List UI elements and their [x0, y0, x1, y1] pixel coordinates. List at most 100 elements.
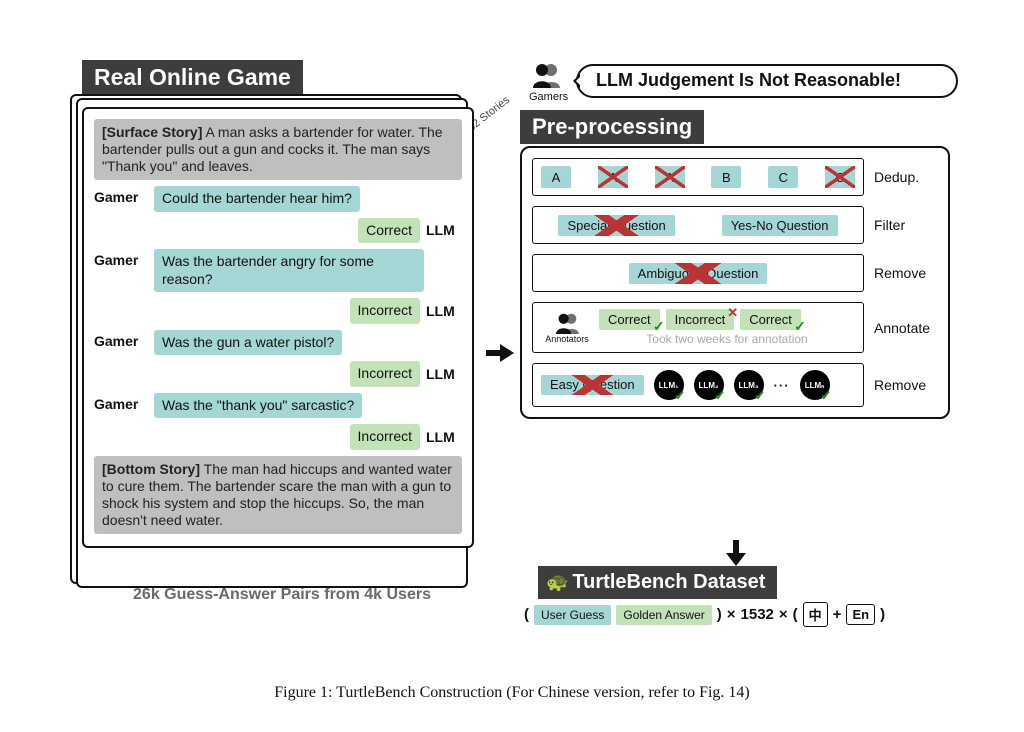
- answer-bubble: Correct: [358, 218, 420, 244]
- question-bubble: Was the bartender angry for some reason?: [154, 249, 424, 292]
- dedup-chip: B: [711, 166, 741, 188]
- step-label: Remove: [874, 377, 938, 393]
- step-label: Annotate: [874, 320, 938, 336]
- game-card: [Surface Story] A man asks a bartender f…: [82, 107, 474, 548]
- gamer-label: Gamer: [94, 393, 148, 412]
- gamer-label: Gamer: [94, 330, 148, 349]
- qa-row: Gamer Could the bartender hear him?: [94, 186, 462, 212]
- pre-row-filter: Special Question Yes-No Question Filter: [532, 206, 938, 244]
- qa-row: Gamer Was the gun a water pistol?: [94, 330, 462, 356]
- llm-label: LLM: [426, 222, 462, 238]
- remove-easy-box: Easy Question LLM₁✓ LLM₂✓ LLM₃✓ ··· LLMₙ…: [532, 363, 864, 407]
- dataset-title-bar: 🐢TurtleBench Dataset: [538, 566, 777, 599]
- annot-chip: Correct✓: [740, 309, 801, 330]
- figure-caption: Figure 1: TurtleBench Construction (For …: [0, 684, 1024, 702]
- check-icon: ✓: [821, 388, 832, 404]
- check-icon: ✓: [755, 388, 766, 404]
- llm-dot: LLM₂✓: [694, 370, 724, 400]
- mult-sign: ×: [779, 606, 788, 623]
- dedup-chip-removed: A: [655, 166, 685, 188]
- dataset-formula: ( User Guess Golden Answer ) × 1532 × ( …: [524, 602, 885, 627]
- qa-row: Gamer Was the "thank you" sarcastic?: [94, 393, 462, 419]
- llm-dot: LLM₁✓: [654, 370, 684, 400]
- answer-row: Incorrect LLM: [94, 298, 462, 324]
- preprocessing-panel: Pre-processing A A A B C C Dedup. Specia…: [520, 110, 960, 419]
- left-panel: Real Online Game 32 Stories [Surface Sto…: [82, 60, 482, 605]
- pre-row-annotate: Annotators Correct✓ Incorrect✕ Correct✓ …: [532, 302, 938, 353]
- remove-ambig-box: Ambiguous Question: [532, 254, 864, 292]
- golden-answer-chip: Golden Answer: [616, 605, 711, 625]
- dedup-chip: A: [541, 166, 571, 188]
- surface-story: [Surface Story] A man asks a bartender f…: [94, 119, 462, 180]
- answer-bubble: Incorrect: [350, 298, 420, 324]
- surface-label: [Surface Story]: [102, 124, 202, 140]
- answer-row: Incorrect LLM: [94, 424, 462, 450]
- arrow-down-icon: [726, 540, 746, 566]
- annot-sub: Took two weeks for annotation: [599, 332, 855, 346]
- annot-chip: Incorrect✕: [666, 309, 735, 330]
- paren-open: (: [793, 606, 798, 623]
- count-1532: 1532: [741, 606, 774, 623]
- x-icon: ✕: [727, 305, 738, 321]
- speech-bubble: LLM Judgement Is Not Reasonable!: [576, 64, 958, 98]
- turtle-icon: 🐢: [546, 572, 568, 592]
- step-label: Remove: [874, 265, 938, 281]
- llm-label: LLM: [426, 303, 462, 319]
- llm-label: LLM: [426, 366, 462, 382]
- ellipsis: ···: [774, 378, 790, 393]
- step-label: Filter: [874, 217, 938, 233]
- annotate-box: Annotators Correct✓ Incorrect✕ Correct✓ …: [532, 302, 864, 353]
- pre-row-dedup: A A A B C C Dedup.: [532, 158, 938, 196]
- gamer-label: Gamer: [94, 186, 148, 205]
- qa-row: Gamer Was the bartender angry for some r…: [94, 249, 462, 292]
- gamers-icon: Gamers: [529, 62, 568, 103]
- question-bubble: Could the bartender hear him?: [154, 186, 360, 212]
- left-title: Real Online Game: [82, 60, 303, 95]
- answer-bubble: Incorrect: [350, 361, 420, 387]
- check-icon: ✓: [794, 318, 806, 335]
- paren-close: ): [880, 606, 885, 623]
- filter-special: Special Question: [558, 215, 674, 236]
- answer-row: Correct LLM: [94, 218, 462, 244]
- lang-zh: 中: [803, 602, 828, 627]
- dedup-chip-removed: C: [825, 166, 855, 188]
- pre-title: Pre-processing: [520, 110, 704, 144]
- filter-yesno: Yes-No Question: [722, 215, 838, 236]
- pre-card: A A A B C C Dedup. Special Question Yes-…: [520, 146, 950, 419]
- annotators-icon: Annotators: [541, 312, 593, 344]
- gamers-label: Gamers: [529, 91, 568, 103]
- step-label: Dedup.: [874, 169, 938, 185]
- ambiguous-chip: Ambiguous Question: [629, 263, 768, 284]
- check-icon: ✓: [653, 318, 665, 335]
- pre-row-remove-easy: Easy Question LLM₁✓ LLM₂✓ LLM₃✓ ··· LLMₙ…: [532, 363, 938, 407]
- dataset-title: TurtleBench Dataset: [572, 571, 765, 593]
- annot-chip: Correct✓: [599, 309, 660, 330]
- pre-row-remove-ambig: Ambiguous Question Remove: [532, 254, 938, 292]
- plus-sign: +: [833, 606, 842, 623]
- question-bubble: Was the gun a water pistol?: [154, 330, 342, 356]
- annotate-body: Correct✓ Incorrect✕ Correct✓ Took two we…: [599, 309, 855, 346]
- check-icon: ✓: [715, 388, 726, 404]
- llm-dot: LLM₃✓: [734, 370, 764, 400]
- user-guess-chip: User Guess: [534, 605, 611, 625]
- filter-box: Special Question Yes-No Question: [532, 206, 864, 244]
- paren-open: (: [524, 606, 529, 623]
- gamer-label: Gamer: [94, 249, 148, 268]
- lang-en: En: [846, 604, 875, 625]
- mult-sign: ×: [727, 606, 736, 623]
- paren-close: ): [717, 606, 722, 623]
- bottom-story: [Bottom Story] The man had hiccups and w…: [94, 456, 462, 534]
- question-bubble: Was the "thank you" sarcastic?: [154, 393, 362, 419]
- llm-dot: LLMₙ✓: [800, 370, 830, 400]
- answer-row: Incorrect LLM: [94, 361, 462, 387]
- easy-chip: Easy Question: [541, 375, 644, 395]
- arrow-right-icon: [486, 342, 514, 364]
- check-icon: ✓: [675, 388, 686, 404]
- llm-label: LLM: [426, 429, 462, 445]
- dedup-box: A A A B C C: [532, 158, 864, 196]
- dedup-chip-removed: A: [598, 166, 628, 188]
- annotators-label: Annotators: [545, 334, 589, 344]
- dedup-chip: C: [768, 166, 798, 188]
- answer-bubble: Incorrect: [350, 424, 420, 450]
- bottom-label: [Bottom Story]: [102, 461, 200, 477]
